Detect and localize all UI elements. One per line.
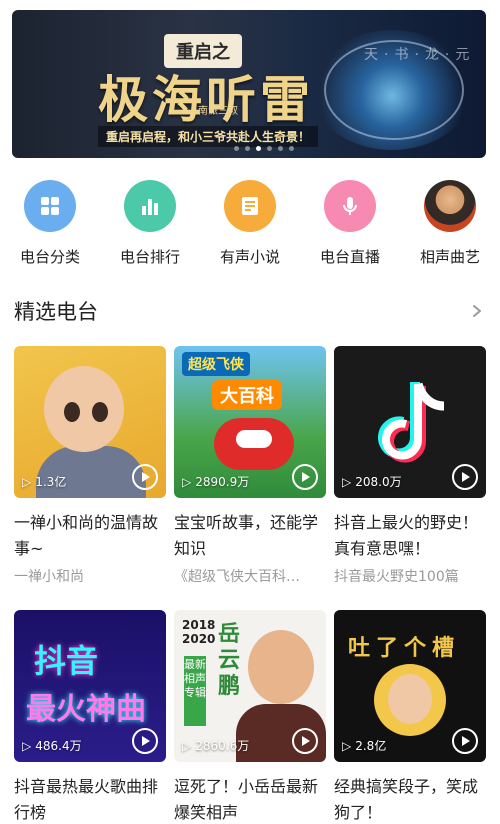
pagination-dot[interactable] (267, 146, 272, 151)
book-icon (224, 180, 276, 232)
card-title: 逗死了！小岳岳最新爆笑相声 (174, 777, 319, 822)
play-count: ▷ 1.3亿 (22, 473, 66, 490)
banner-stamp: 南派三叔 (198, 106, 238, 117)
radio-card[interactable]: 抖音 最火神曲 ▷ 486.4万 抖音最热最火歌曲排行榜 (14, 610, 166, 824)
banner-tagline: 重启再启程，和小三爷共赴人生奇景！ (98, 126, 319, 147)
play-button[interactable] (292, 728, 318, 754)
card-subtitle: 一禅小和尚 (14, 569, 84, 585)
tiktok-logo-icon (378, 382, 445, 463)
chevron-right-icon[interactable] (470, 304, 484, 318)
category-label: 有声小说 (219, 248, 280, 266)
thumb-text: 大百科 (212, 380, 282, 410)
play-count-value: 2.8亿 (355, 739, 387, 753)
card-thumbnail: ▷ 208.0万 (334, 346, 486, 498)
play-count: ▷ 2890.9万 (182, 473, 249, 490)
category-label: 相声曲艺 (419, 248, 480, 266)
category-label: 电台分类 (19, 248, 80, 266)
play-count-value: 486.4万 (35, 739, 82, 753)
play-count: ▷ 208.0万 (342, 473, 402, 490)
radio-card[interactable]: ▷ 1.3亿 一禅小和尚的温情故事~ 一禅小和尚 (14, 346, 166, 586)
play-count-icon: ▷ (182, 474, 192, 489)
play-count-value: 208.0万 (355, 475, 402, 489)
banner-corner-text: 天·书·龙·元 (364, 47, 476, 63)
category-label: 电台排行 (119, 248, 180, 266)
play-count-icon: ▷ (22, 474, 32, 489)
card-thumbnail: 2018 2020 岳云鹏 最新相声专辑 ▷ 2860.6万 (174, 610, 326, 762)
play-count-icon: ▷ (182, 738, 192, 753)
radio-card[interactable]: 超级飞侠 大百科 ▷ 2890.9万 宝宝听故事，还能学知识 《超级飞侠大百科… (174, 346, 326, 586)
pagination-dot-active[interactable] (256, 146, 261, 151)
pagination-dot[interactable] (245, 146, 250, 151)
play-count-value: 2860.6万 (195, 739, 250, 753)
card-title: 抖音最热最火歌曲排行榜 (14, 777, 159, 822)
grid-icon (24, 180, 76, 232)
category-row: 电台分类 电台排行 有声小说 电台直播 相声曲艺 (0, 180, 500, 272)
category-audiobooks[interactable]: 有声小说 (210, 180, 290, 267)
thumb-text: 最新相声专辑 (184, 656, 206, 726)
card-title: 宝宝听故事，还能学知识 (174, 513, 319, 558)
pagination-dot[interactable] (289, 146, 294, 151)
play-count-icon: ▷ (342, 474, 352, 489)
play-count-icon: ▷ (22, 738, 32, 753)
play-count: ▷ 2.8亿 (342, 737, 386, 754)
section-title: 精选电台 (14, 300, 98, 324)
radio-card[interactable]: 2018 2020 岳云鹏 最新相声专辑 ▷ 2860.6万 逗死了！小岳岳最新… (174, 610, 326, 824)
card-subtitle: 《超级飞侠大百科… (174, 569, 300, 585)
play-button[interactable] (132, 464, 158, 490)
play-count: ▷ 2860.6万 (182, 737, 249, 754)
thumb-text: 吐了个槽 (348, 636, 461, 661)
play-button[interactable] (132, 728, 158, 754)
thumb-text: 最火神曲 (26, 692, 146, 727)
card-thumbnail: 抖音 最火神曲 ▷ 486.4万 (14, 610, 166, 762)
banner-pagination (234, 146, 294, 151)
thumb-text: 2018 2020 (182, 618, 216, 646)
play-count-icon: ▷ (342, 738, 352, 753)
thumb-text: 超级飞侠 (182, 352, 250, 376)
jet-illustration (214, 418, 294, 470)
card-subtitle: 抖音最火野史100篇 (334, 569, 459, 585)
play-button[interactable] (452, 728, 478, 754)
card-title: 经典搞笑段子，笑成狗了！ (334, 777, 479, 822)
card-title: 抖音上最火的野史！真有意思嘿！ (334, 513, 479, 558)
category-radio-ranking[interactable]: 电台排行 (110, 180, 190, 267)
card-title: 一禅小和尚的温情故事~ (14, 513, 159, 558)
pagination-dot[interactable] (234, 146, 239, 151)
pagination-dot[interactable] (278, 146, 283, 151)
thumb-text: 岳云鹏 (218, 622, 241, 699)
card-thumbnail: 吐了个槽 ▷ 2.8亿 (334, 610, 486, 762)
microphone-icon (324, 180, 376, 232)
card-thumbnail: ▷ 1.3亿 (14, 346, 166, 498)
radio-card[interactable]: ▷ 208.0万 抖音上最火的野史！真有意思嘿！ 抖音最火野史100篇 (334, 346, 486, 586)
category-live-radio[interactable]: 电台直播 (310, 180, 390, 267)
play-button[interactable] (292, 464, 318, 490)
play-count: ▷ 486.4万 (22, 737, 82, 754)
category-label: 电台直播 (319, 248, 380, 266)
category-crosstalk[interactable]: 相声曲艺 (410, 180, 490, 267)
performer-avatar-icon (424, 180, 476, 232)
card-thumbnail: 超级飞侠 大百科 ▷ 2890.9万 (174, 346, 326, 498)
play-button[interactable] (452, 464, 478, 490)
category-radio-types[interactable]: 电台分类 (10, 180, 90, 267)
radio-card[interactable]: 吐了个槽 ▷ 2.8亿 经典搞笑段子，笑成狗了！ (334, 610, 486, 824)
play-count-value: 1.3亿 (35, 475, 67, 489)
hero-banner[interactable]: 天·书·龙·元 重启之 极海听雷 南派三叔 重启再启程，和小三爷共赴人生奇景！ (12, 10, 486, 158)
bar-chart-icon (124, 180, 176, 232)
thumb-text: 抖音 (34, 642, 99, 680)
play-count-value: 2890.9万 (195, 475, 250, 489)
